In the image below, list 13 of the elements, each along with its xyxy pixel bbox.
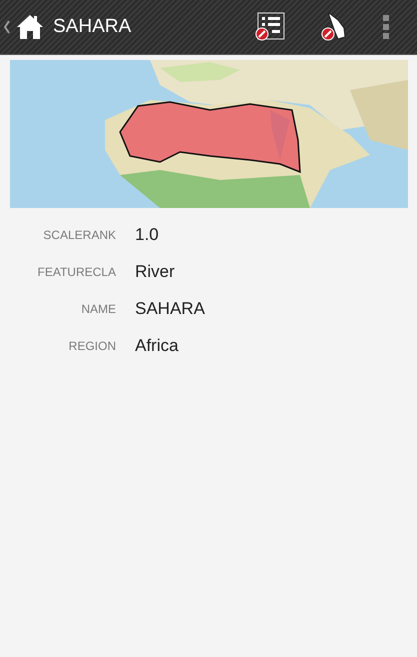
attribute-value: 1.0 — [135, 224, 159, 244]
attribute-value: SAHARA — [135, 298, 205, 318]
attribute-value: River — [135, 262, 175, 282]
back-icon[interactable] — [4, 20, 10, 34]
attribute-label: SCALERANK — [42, 228, 116, 242]
attribute-value: Africa — [135, 336, 178, 356]
attribute-label: NAME — [80, 302, 116, 316]
attribute-label: FEATURECLA — [36, 264, 116, 278]
overflow-menu-icon[interactable] — [383, 15, 389, 39]
home-icon[interactable] — [16, 13, 44, 41]
attribute-label: REGION — [68, 338, 116, 352]
screen-title: SAHARA — [53, 16, 132, 38]
attribute-list-icon[interactable] — [255, 12, 285, 42]
